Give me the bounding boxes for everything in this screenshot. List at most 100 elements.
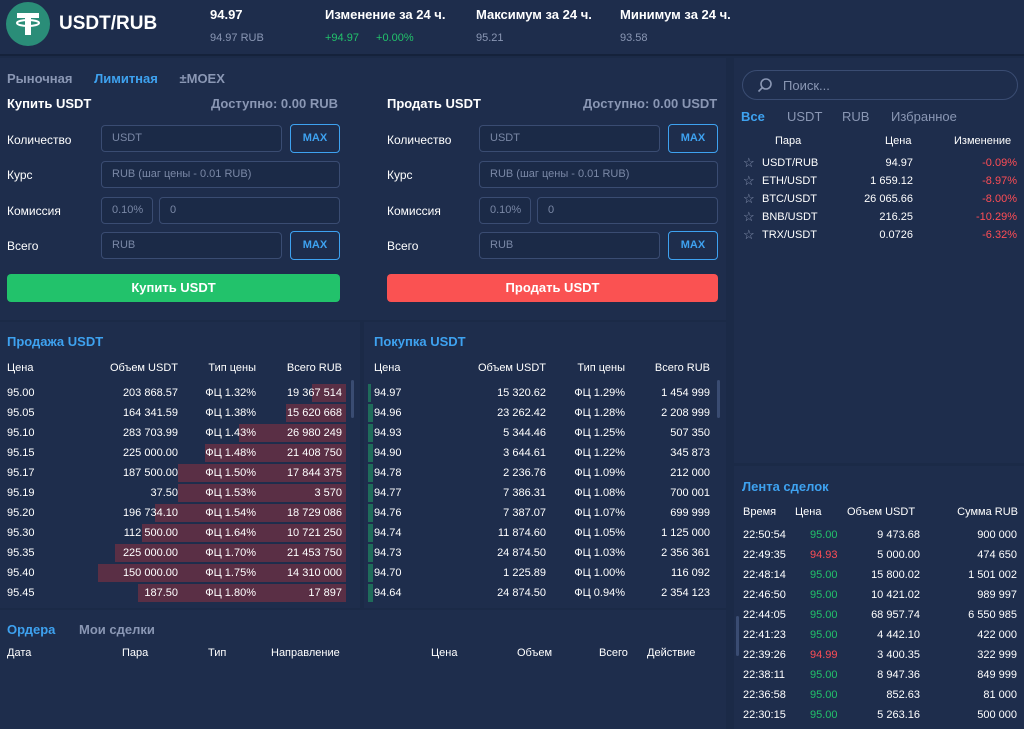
trade-time: 22:48:14 xyxy=(743,569,786,581)
sell-button[interactable]: Продать USDT xyxy=(387,274,718,302)
bids-scrollbar[interactable] xyxy=(717,380,720,418)
bids-row[interactable]: 94.77 7 386.31 ФЦ 1.08% 700 001 xyxy=(364,483,726,503)
asks-row[interactable]: 95.00 203 868.57 ФЦ 1.32% 19 367 514 xyxy=(0,383,360,403)
star-icon[interactable]: ☆ xyxy=(743,209,755,225)
market-tab-favorites[interactable]: Избранное xyxy=(891,109,957,124)
bids-row[interactable]: 94.74 11 874.60 ФЦ 1.05% 1 125 000 xyxy=(364,523,726,543)
trade-time: 22:39:26 xyxy=(743,649,786,661)
orders-col-date: Дата xyxy=(7,647,32,659)
asks-row[interactable]: 95.05 164 341.59 ФЦ 1.38% 15 620 668 xyxy=(0,403,360,423)
market-change: -0.09% xyxy=(982,157,1017,169)
bids-volume: 5 344.46 xyxy=(503,427,546,439)
asks-row[interactable]: 95.35 225 000.00 ФЦ 1.70% 21 453 750 xyxy=(0,543,360,563)
trade-time: 22:50:54 xyxy=(743,529,786,541)
asks-price-type: ФЦ 1.50% xyxy=(205,467,256,479)
buy-qty-label: Количество xyxy=(7,133,72,147)
market-tab-usdt[interactable]: USDT xyxy=(787,109,822,124)
buy-qty-max-button[interactable]: MAX xyxy=(290,124,340,153)
orders-panel: Ордера Мои сделки Дата Пара Тип Направле… xyxy=(0,610,726,729)
market-row[interactable]: ☆ BTC/USDT 26 065.66 -8.00% xyxy=(734,190,1024,208)
asks-row[interactable]: 95.30 112 500.00 ФЦ 1.64% 10 721 250 xyxy=(0,523,360,543)
tab-moex[interactable]: ±MOEX xyxy=(179,71,224,86)
market-tab-all[interactable]: Все xyxy=(741,109,765,124)
bids-total: 700 001 xyxy=(670,487,710,499)
asks-title: Продажа USDT xyxy=(7,334,104,349)
tab-orders[interactable]: Ордера xyxy=(7,622,55,637)
buy-rate-input[interactable]: RUB (шаг цены - 0.01 RUB) xyxy=(101,161,340,188)
buy-available: Доступно: 0.00 RUB xyxy=(211,96,339,111)
buy-total-input[interactable]: RUB xyxy=(101,232,282,259)
buy-fee-label: Комиссия xyxy=(7,204,61,218)
asks-row[interactable]: 95.19 37.50 ФЦ 1.53% 3 570 xyxy=(0,483,360,503)
bids-volume: 23 262.42 xyxy=(497,407,546,419)
trade-price: 95.00 xyxy=(810,609,838,621)
tab-my-trades[interactable]: Мои сделки xyxy=(79,622,155,637)
bids-row[interactable]: 94.73 24 874.50 ФЦ 1.03% 2 356 361 xyxy=(364,543,726,563)
trade-time: 22:49:35 xyxy=(743,549,786,561)
bids-price: 94.73 xyxy=(374,547,402,559)
asks-row[interactable]: 95.10 283 703.99 ФЦ 1.43% 26 980 249 xyxy=(0,423,360,443)
orders-col-price: Цена xyxy=(431,647,458,659)
sell-qty-input[interactable]: USDT xyxy=(479,125,660,152)
orders-col-direction: Направление xyxy=(271,647,340,659)
market-price: 0.0726 xyxy=(879,229,913,241)
market-row[interactable]: ☆ ETH/USDT 1 659.12 -8.97% xyxy=(734,172,1024,190)
change-abs: +94.97 xyxy=(325,32,359,44)
asks-total: 21 453 750 xyxy=(286,547,342,559)
asks-row[interactable]: 95.17 187 500.00 ФЦ 1.50% 17 844 375 xyxy=(0,463,360,483)
asks-row[interactable]: 95.15 225 000.00 ФЦ 1.48% 21 408 750 xyxy=(0,443,360,463)
bids-total: 1 454 999 xyxy=(661,387,710,399)
bids-row[interactable]: 94.78 2 236.76 ФЦ 1.09% 212 000 xyxy=(364,463,726,483)
market-row[interactable]: ☆ USDT/RUB 94.97 -0.09% xyxy=(734,154,1024,172)
bids-col-total: Всего RUB xyxy=(654,362,710,374)
asks-price: 95.17 xyxy=(7,467,35,479)
change-stat: Изменение за 24 ч. +94.97 +0.00% xyxy=(325,7,445,44)
star-icon[interactable]: ☆ xyxy=(743,227,755,243)
asks-scrollbar[interactable] xyxy=(351,380,354,418)
star-icon[interactable]: ☆ xyxy=(743,191,755,207)
asks-col-type: Тип цены xyxy=(208,362,256,374)
sell-total-input[interactable]: RUB xyxy=(479,232,660,259)
bids-row[interactable]: 94.70 1 225.89 ФЦ 1.00% 116 092 xyxy=(364,563,726,583)
bids-price-type: ФЦ 1.25% xyxy=(574,427,625,439)
sell-rate-input[interactable]: RUB (шаг цены - 0.01 RUB) xyxy=(479,161,718,188)
trade-sum: 989 997 xyxy=(977,589,1017,601)
bids-price: 94.64 xyxy=(374,587,402,599)
tab-market[interactable]: Рыночная xyxy=(7,71,72,86)
bids-row[interactable]: 94.96 23 262.42 ФЦ 1.28% 2 208 999 xyxy=(364,403,726,423)
market-tab-rub[interactable]: RUB xyxy=(842,109,869,124)
star-icon[interactable]: ☆ xyxy=(743,155,755,171)
market-row[interactable]: ☆ TRX/USDT 0.0726 -6.32% xyxy=(734,226,1024,244)
bids-depth-bar xyxy=(368,444,373,462)
buy-fee-value: 0 xyxy=(159,197,340,224)
market-row[interactable]: ☆ BNB/USDT 216.25 -10.29% xyxy=(734,208,1024,226)
bids-row[interactable]: 94.90 3 644.61 ФЦ 1.22% 345 873 xyxy=(364,443,726,463)
buy-rate-label: Курс xyxy=(7,168,33,182)
buy-button[interactable]: Купить USDT xyxy=(7,274,340,302)
bids-row[interactable]: 94.97 15 320.62 ФЦ 1.29% 1 454 999 xyxy=(364,383,726,403)
trade-sum: 900 000 xyxy=(977,529,1017,541)
buy-form-title: Купить USDT xyxy=(7,96,92,111)
tab-limit[interactable]: Лимитная xyxy=(94,71,158,86)
bids-row[interactable]: 94.76 7 387.07 ФЦ 1.07% 699 999 xyxy=(364,503,726,523)
market-pair: USDT/RUB xyxy=(762,157,819,169)
search-input[interactable]: Поиск... xyxy=(742,70,1018,100)
bids-volume: 24 874.50 xyxy=(497,547,546,559)
bids-price-type: ФЦ 0.94% xyxy=(574,587,625,599)
asks-row[interactable]: 95.20 196 734.10 ФЦ 1.54% 18 729 086 xyxy=(0,503,360,523)
asks-volume: 225 000.00 xyxy=(122,447,178,459)
star-icon[interactable]: ☆ xyxy=(743,173,755,189)
asks-row[interactable]: 95.45 187.50 ФЦ 1.80% 17 897 xyxy=(0,583,360,603)
trade-price: 95.00 xyxy=(810,529,838,541)
bids-price: 94.74 xyxy=(374,527,402,539)
bids-row[interactable]: 94.93 5 344.46 ФЦ 1.25% 507 350 xyxy=(364,423,726,443)
trades-scrollbar[interactable] xyxy=(736,616,739,656)
sell-total-max-button[interactable]: MAX xyxy=(668,231,718,260)
asks-total: 15 620 668 xyxy=(286,407,342,419)
asks-row[interactable]: 95.40 150 000.00 ФЦ 1.75% 14 310 000 xyxy=(0,563,360,583)
bids-row[interactable]: 94.64 24 874.50 ФЦ 0.94% 2 354 123 xyxy=(364,583,726,603)
buy-qty-input[interactable]: USDT xyxy=(101,125,282,152)
sell-qty-max-button[interactable]: MAX xyxy=(668,124,718,153)
bids-depth-bar xyxy=(368,384,371,402)
buy-total-max-button[interactable]: MAX xyxy=(290,231,340,260)
